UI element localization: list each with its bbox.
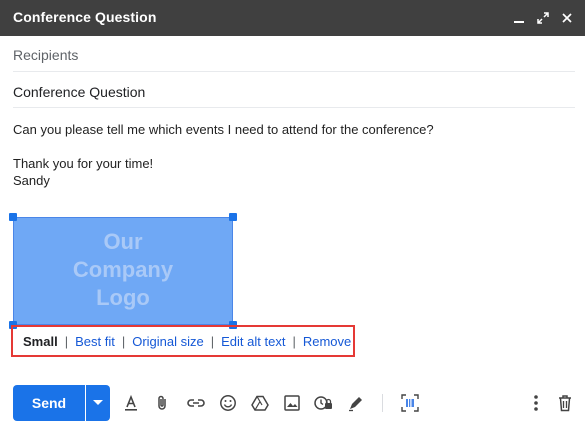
send-options-button[interactable] [86, 385, 110, 421]
send-button[interactable]: Send [13, 385, 85, 421]
confidential-icon[interactable] [312, 391, 336, 415]
compose-footer: Send [0, 380, 585, 428]
logo-text: Our Company Logo [14, 228, 232, 312]
photo-icon[interactable] [280, 391, 304, 415]
logo-line: Company [72, 257, 174, 282]
image-options-toolbar: Small | Best fit | Original size | Edit … [11, 325, 355, 357]
remove-image-link[interactable]: Remove [303, 334, 351, 349]
message-body[interactable]: Can you please tell me which events I ne… [13, 121, 573, 189]
trash-icon[interactable] [553, 391, 577, 415]
logo-line: Logo [96, 285, 150, 310]
subject-value: Conference Question [13, 84, 146, 100]
link-icon[interactable] [184, 391, 208, 415]
close-icon[interactable] [555, 8, 579, 28]
inserted-logo-image[interactable]: Our Company Logo [9, 213, 237, 329]
expand-icon[interactable] [531, 8, 555, 28]
recipients-field[interactable]: Recipients [13, 36, 575, 72]
separator: | [121, 333, 126, 349]
layout-icon[interactable] [398, 391, 422, 415]
attach-icon[interactable] [151, 391, 175, 415]
compose-titlebar: Conference Question [0, 0, 585, 36]
emoji-icon[interactable] [216, 391, 240, 415]
resize-handle-top-left[interactable] [9, 213, 17, 221]
window-controls [507, 8, 579, 28]
drive-icon[interactable] [248, 391, 272, 415]
size-original-option[interactable]: Original size [132, 334, 204, 349]
size-small-option[interactable]: Small [23, 334, 58, 349]
signature-icon[interactable] [344, 391, 368, 415]
edit-alt-text-link[interactable]: Edit alt text [221, 334, 285, 349]
compose-title: Conference Question [13, 9, 157, 25]
message-line: Can you please tell me which events I ne… [13, 122, 434, 137]
separator: | [292, 333, 296, 349]
subject-field[interactable]: Conference Question [13, 72, 575, 108]
logo-line: Our [103, 229, 143, 254]
message-line: Thank you for your time! [13, 156, 154, 171]
chevron-down-icon [93, 400, 103, 405]
more-options-icon[interactable] [524, 391, 548, 415]
separator: | [210, 333, 215, 349]
toolbar-divider [382, 394, 383, 412]
separator: | [64, 333, 69, 349]
size-best-fit-option[interactable]: Best fit [75, 334, 115, 349]
message-line: Sandy [13, 173, 50, 188]
minimize-icon[interactable] [507, 8, 531, 28]
recipients-placeholder: Recipients [13, 47, 79, 63]
format-text-icon[interactable] [119, 391, 143, 415]
resize-handle-top-right[interactable] [229, 213, 237, 221]
